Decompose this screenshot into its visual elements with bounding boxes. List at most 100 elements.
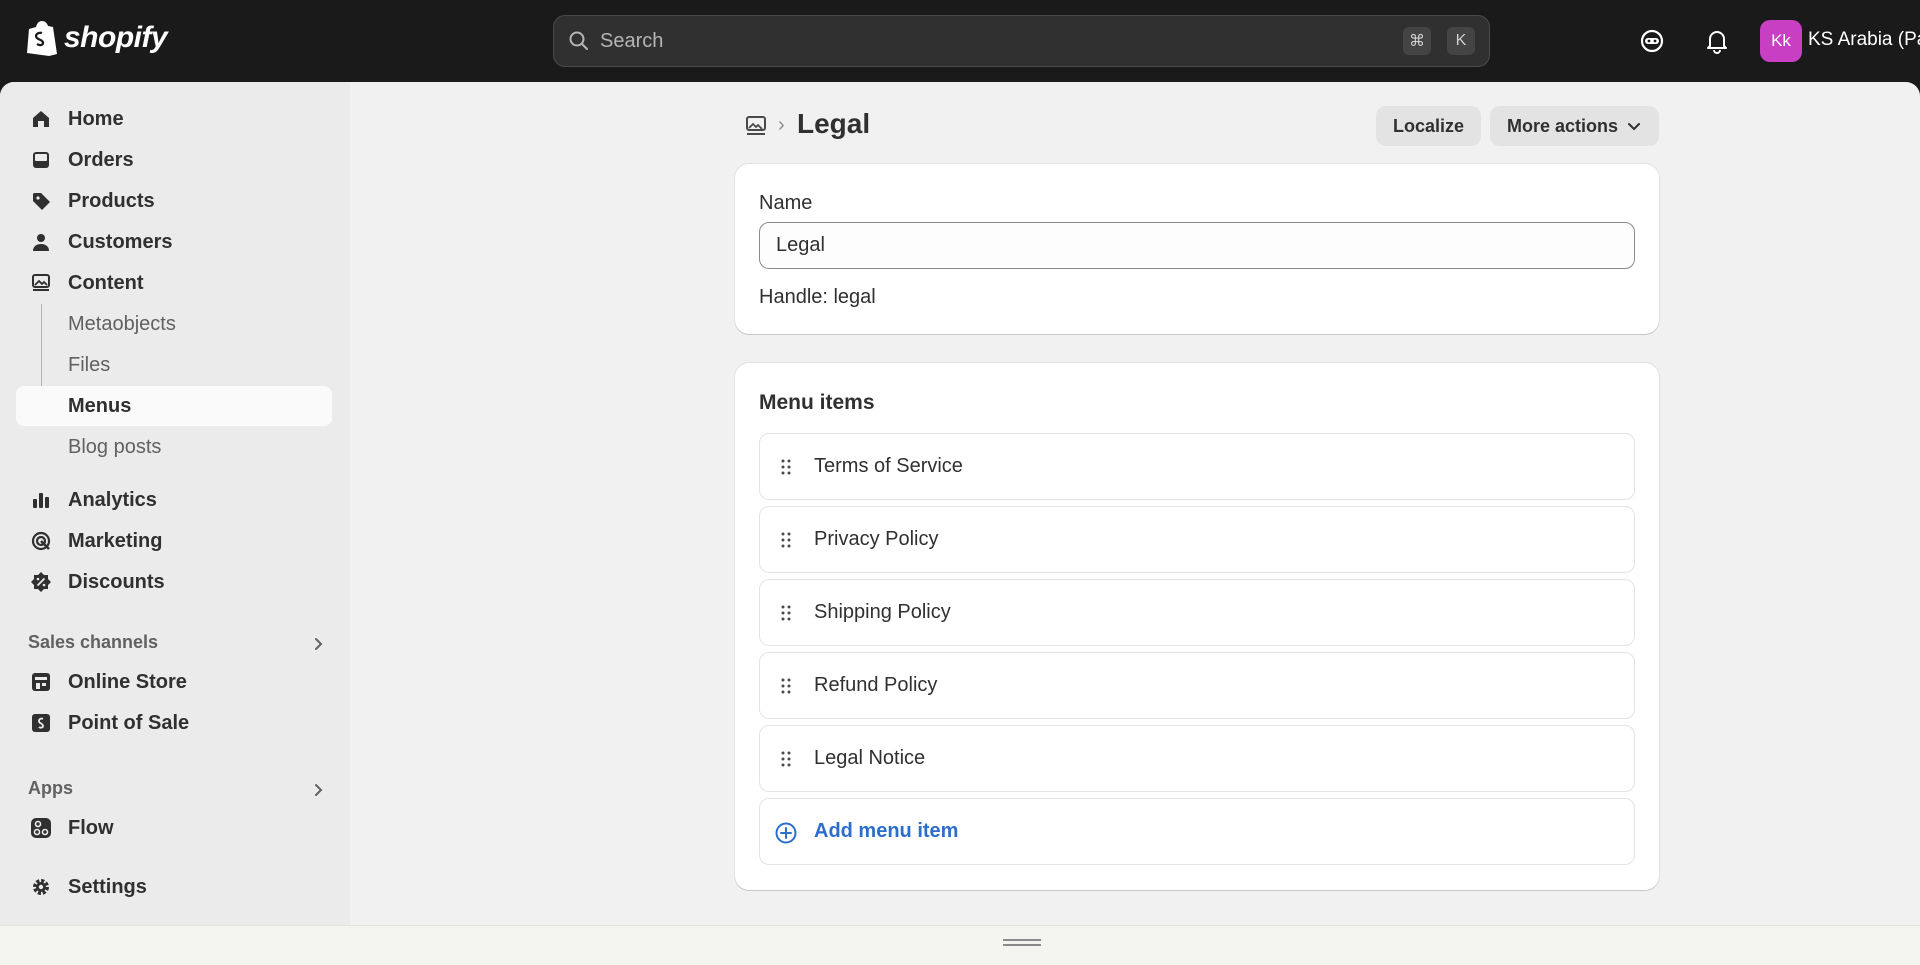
- drag-handle-icon[interactable]: [780, 604, 792, 622]
- sidebar-item-label: Settings: [68, 875, 147, 898]
- sidebar-item-point-of-sale[interactable]: Point of Sale: [16, 703, 332, 743]
- menu-item-label: Refund Policy: [814, 674, 938, 696]
- sidebar-item-settings[interactable]: Settings: [16, 867, 332, 907]
- bar-chart-icon: [33, 493, 49, 508]
- settings-area: Settings: [0, 854, 350, 925]
- sidebar-item-metaobjects[interactable]: Metaobjects: [16, 304, 332, 344]
- sidebar-item-products[interactable]: Products: [16, 181, 332, 221]
- sidebar-item-files[interactable]: Files: [16, 345, 332, 385]
- search-bar[interactable]: Search ⌘ K: [553, 15, 1490, 67]
- search-icon: [569, 31, 588, 50]
- sidebar-item-label: Home: [68, 107, 124, 130]
- menu-items-title: Menu items: [759, 391, 875, 414]
- sidebar-item-marketing[interactable]: Marketing: [16, 521, 332, 561]
- notifications-button[interactable]: [1702, 26, 1732, 56]
- tag-icon: [33, 193, 50, 210]
- store-name[interactable]: KS Arabia (Pa: [1808, 29, 1920, 51]
- menu-item-label: Shipping Policy: [814, 601, 951, 623]
- sidebar-item-label: Products: [68, 189, 155, 212]
- sidebar-item-customers[interactable]: Customers: [16, 222, 332, 262]
- localize-button[interactable]: Localize: [1376, 106, 1481, 146]
- pos-icon: [32, 714, 50, 732]
- sidebar-item-label: Online Store: [68, 670, 187, 693]
- avatar[interactable]: Kk: [1760, 20, 1802, 62]
- sidebar-item-menus[interactable]: Menus: [16, 386, 332, 426]
- shortcut-cmd-key: ⌘: [1403, 27, 1431, 55]
- sidebar-item-label: Metaobjects: [68, 312, 176, 335]
- sidebar-item-label: Content: [68, 271, 144, 294]
- sidebar-item-discounts[interactable]: Discounts: [16, 562, 332, 602]
- flow-icon: [31, 818, 51, 838]
- menu-item-row[interactable]: Terms of Service: [759, 433, 1635, 500]
- drag-handle-icon[interactable]: [780, 677, 792, 695]
- sidekick-icon: [1640, 29, 1664, 53]
- breadcrumb-separator: ›: [778, 114, 785, 136]
- sidekick-button[interactable]: [1637, 26, 1667, 56]
- content-icon: [32, 274, 50, 291]
- sidebar-item-label: Discounts: [68, 570, 165, 593]
- menu-item-row[interactable]: Legal Notice: [759, 725, 1635, 792]
- sidebar-item-label: Flow: [68, 816, 114, 839]
- sales-channels-label[interactable]: Sales channels: [28, 632, 158, 653]
- menu-item-label: Terms of Service: [814, 455, 963, 477]
- shopify-bag-icon: [27, 21, 57, 56]
- chevron-right-icon[interactable]: [310, 636, 326, 652]
- sidebar-item-content[interactable]: Content: [16, 263, 332, 303]
- menu-item-label: Privacy Policy: [814, 528, 939, 550]
- resize-handle-icon[interactable]: [1002, 938, 1042, 948]
- sidebar-item-label: Analytics: [68, 488, 157, 511]
- sidebar-item-orders[interactable]: Orders: [16, 140, 332, 180]
- top-bar: shopify Search ⌘ K Kk KS Arabia (Pa: [0, 0, 1920, 82]
- person-icon: [33, 234, 49, 251]
- menu-item-row[interactable]: Refund Policy: [759, 652, 1635, 719]
- shopify-wordmark: shopify: [64, 21, 168, 54]
- menu-items-card: Menu items Terms of Service Privacy Poli…: [735, 363, 1659, 890]
- menu-item-label: Legal Notice: [814, 747, 926, 769]
- discount-icon: [31, 572, 51, 592]
- drag-handle-icon[interactable]: [780, 531, 792, 549]
- menu-item-row[interactable]: Privacy Policy: [759, 506, 1635, 573]
- menu-item-row[interactable]: Shipping Policy: [759, 579, 1635, 646]
- search-placeholder: Search: [600, 29, 664, 52]
- target-icon: [31, 531, 51, 551]
- content-breadcrumb-icon[interactable]: [744, 114, 768, 138]
- sidebar-item-blog-posts[interactable]: Blog posts: [16, 427, 332, 467]
- name-field-label: Name: [759, 192, 813, 214]
- handle-text: Handle: legal: [759, 286, 876, 308]
- sidebar-item-analytics[interactable]: Analytics: [16, 480, 332, 520]
- name-field[interactable]: [759, 222, 1635, 269]
- sidebar-item-flow[interactable]: Flow: [16, 808, 332, 848]
- localize-button-label: Localize: [1392, 115, 1465, 136]
- sidebar-item-label: Customers: [68, 230, 173, 253]
- bottom-drawer-bar: [0, 925, 1920, 965]
- sidebar: Home Orders Products Customers Content M…: [0, 82, 350, 925]
- sidebar-item-label: Orders: [68, 148, 134, 171]
- home-icon: [33, 111, 49, 127]
- sidebar-item-label: Files: [68, 353, 111, 376]
- more-actions-label: More actions: [1506, 115, 1619, 136]
- sidebar-item-online-store[interactable]: Online Store: [16, 662, 332, 702]
- page-title: Legal: [797, 108, 871, 139]
- gear-icon: [33, 879, 49, 895]
- drag-handle-icon[interactable]: [780, 458, 792, 476]
- chevron-right-icon[interactable]: [310, 782, 326, 798]
- bell-icon: [1707, 31, 1727, 54]
- shopify-logo[interactable]: shopify: [26, 20, 168, 56]
- inbox-icon: [33, 152, 49, 168]
- drag-handle-icon[interactable]: [780, 750, 792, 768]
- chevron-down-icon: [1628, 123, 1641, 131]
- sidebar-item-label: Marketing: [68, 529, 163, 552]
- sidebar-item-home[interactable]: Home: [16, 99, 332, 139]
- plus-circle-icon: [775, 822, 797, 844]
- sidebar-item-label: Point of Sale: [68, 711, 190, 734]
- shortcut-k-key: K: [1447, 27, 1475, 55]
- name-card: Name Handle: legal: [735, 164, 1659, 334]
- add-menu-item-label: Add menu item: [814, 820, 959, 842]
- more-actions-button[interactable]: More actions: [1490, 106, 1659, 146]
- sidebar-item-label: Blog posts: [68, 435, 162, 458]
- app-shell: Home Orders Products Customers Content M…: [0, 82, 1920, 965]
- store-icon: [32, 673, 50, 691]
- add-menu-item-button[interactable]: Add menu item: [759, 798, 1635, 865]
- sidebar-item-label: Menus: [68, 394, 132, 417]
- apps-label[interactable]: Apps: [28, 778, 73, 799]
